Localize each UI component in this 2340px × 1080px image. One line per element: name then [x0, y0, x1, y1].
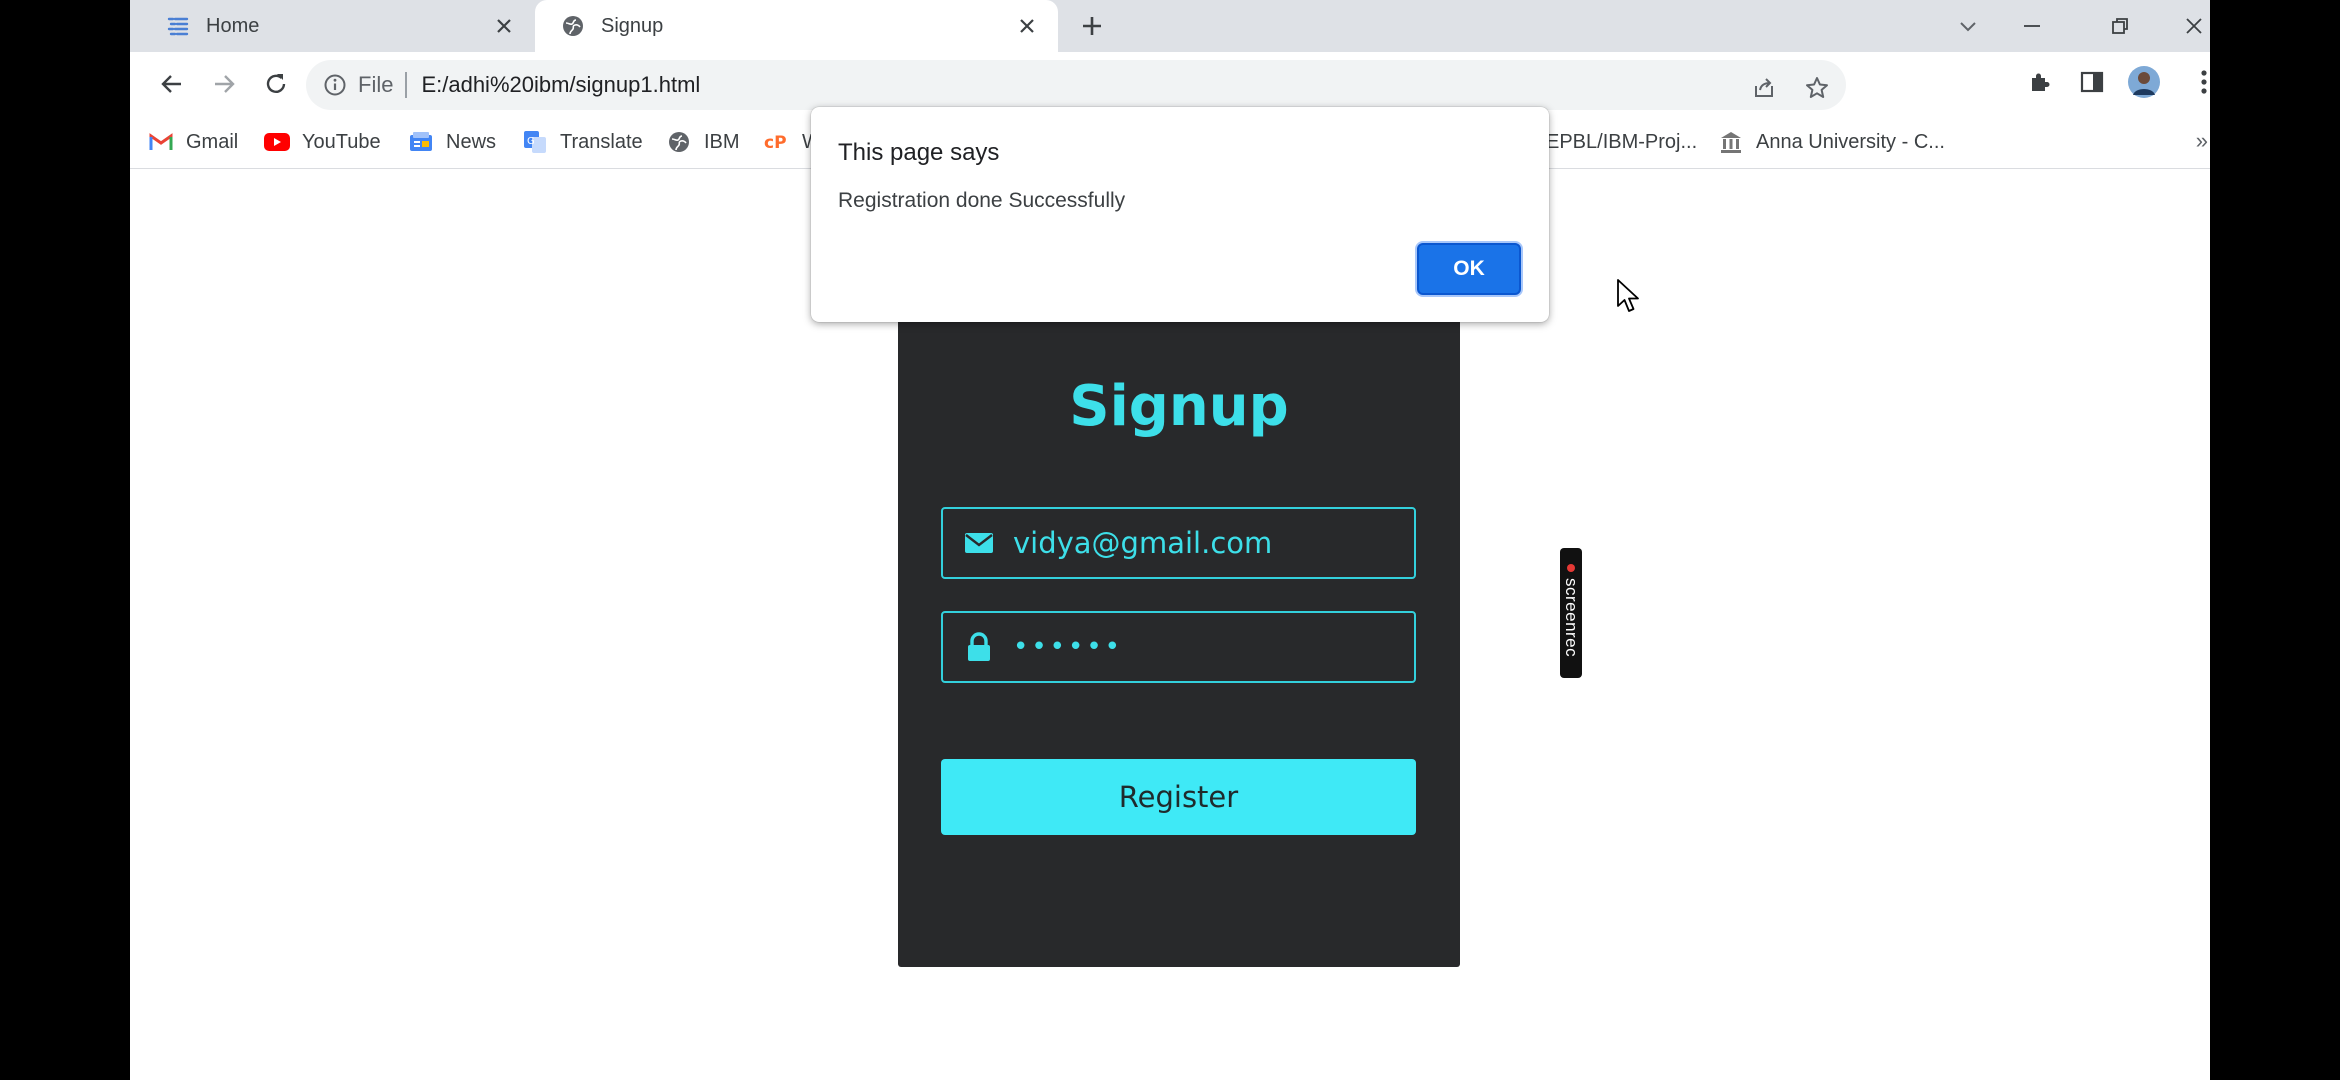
bookmark-label: News [446, 130, 497, 153]
dialog-title: This page says [838, 139, 1000, 166]
screenrec-widget[interactable]: screenrec [1560, 548, 1582, 678]
bookmark-news[interactable]: News [408, 116, 496, 168]
bookmark-anna-university[interactable]: Anna University - C... [1718, 116, 1945, 168]
extensions-icon[interactable] [2020, 62, 2060, 102]
side-panel-icon[interactable] [2072, 62, 2112, 102]
arrow-right-icon [215, 75, 235, 93]
tab-label: Signup [601, 14, 664, 37]
minimize-icon [2024, 25, 2040, 27]
close-tab-icon[interactable] [1012, 11, 1042, 41]
alert-dialog: This page says Registration done Success… [811, 107, 1549, 322]
close-window-button[interactable] [2174, 6, 2210, 46]
bookmark-label: EPBL/IBM-Proj... [1546, 130, 1698, 153]
globe-icon [666, 129, 692, 155]
university-icon [1718, 129, 1744, 155]
envelope-icon [961, 525, 997, 561]
forward-button[interactable] [202, 62, 246, 106]
star-icon[interactable] [1799, 70, 1835, 106]
ok-button[interactable]: OK [1417, 243, 1521, 295]
scheme-chip: File [358, 72, 394, 97]
minimize-button[interactable] [2012, 6, 2052, 46]
address-bar[interactable]: File E:/adhi%20ibm/signup1.html [306, 60, 1846, 110]
tab-search-button[interactable] [1948, 6, 1988, 46]
divider [405, 72, 408, 98]
news-icon [408, 129, 434, 155]
translate-icon: G [522, 129, 548, 155]
bookmark-label: IBM [704, 130, 740, 153]
chevron-down-icon [1960, 22, 1976, 32]
password-field[interactable]: •••••• [941, 611, 1416, 683]
tab-home[interactable]: Home [140, 0, 535, 52]
list-icon [164, 12, 192, 40]
record-dot-icon [1567, 564, 1575, 572]
email-value: vidya@gmail.com [1013, 526, 1273, 560]
browser-window: Home Signup File E:/adhi%20ibm/signup1.h… [130, 0, 2210, 1080]
restore-button[interactable] [2100, 6, 2140, 46]
back-button[interactable] [150, 62, 194, 106]
bookmark-gmail[interactable]: Gmail [148, 116, 238, 168]
bookmark-label: YouTube [302, 130, 381, 153]
new-tab-button[interactable] [1072, 8, 1112, 44]
youtube-icon [264, 129, 290, 155]
svg-text:cP: cP [764, 133, 787, 152]
menu-kebab-icon[interactable] [2184, 62, 2210, 102]
register-button[interactable]: Register [941, 759, 1416, 835]
avatar[interactable] [2124, 62, 2164, 102]
signup-card: Signup vidya@gmail.com •••••• Register [898, 210, 1460, 967]
bookmark-label: Translate [560, 130, 643, 153]
dialog-message: Registration done Successfully [838, 189, 1126, 212]
mouse-cursor-icon [1617, 279, 1639, 312]
info-icon[interactable] [322, 72, 348, 98]
tab-label: Home [206, 14, 260, 37]
share-icon[interactable] [1746, 70, 1782, 106]
bookmarks-overflow-button[interactable]: » [2196, 128, 2208, 154]
arrow-left-icon [161, 75, 181, 93]
bookmark-label: Anna University - C... [1756, 130, 1945, 153]
url-text[interactable]: E:/adhi%20ibm/signup1.html [421, 72, 700, 98]
cpanel-icon: cP [764, 129, 790, 155]
screenrec-label: screenrec [1562, 578, 1581, 658]
tab-signup[interactable]: Signup [535, 0, 1058, 52]
page-title: Signup [1069, 374, 1289, 439]
bookmark-github-project[interactable]: EPBL/IBM-Proj... [1546, 116, 1697, 168]
plus-icon [1083, 17, 1101, 35]
close-tab-icon[interactable] [489, 11, 519, 41]
globe-icon [559, 12, 587, 40]
password-value: •••••• [1013, 632, 1124, 662]
gmail-icon [148, 129, 174, 155]
bookmark-translate[interactable]: G Translate [522, 116, 643, 168]
email-field[interactable]: vidya@gmail.com [941, 507, 1416, 579]
reload-button[interactable] [254, 62, 298, 106]
bookmark-ibm[interactable]: IBM [666, 116, 740, 168]
bookmark-label: Gmail [186, 130, 239, 153]
tab-strip: Home Signup [130, 0, 2210, 52]
svg-text:G: G [527, 136, 535, 147]
lock-icon [961, 629, 997, 665]
bookmark-youtube[interactable]: YouTube [264, 116, 381, 168]
close-icon [2186, 18, 2202, 34]
reload-icon [266, 74, 286, 93]
restore-icon [2112, 18, 2128, 34]
